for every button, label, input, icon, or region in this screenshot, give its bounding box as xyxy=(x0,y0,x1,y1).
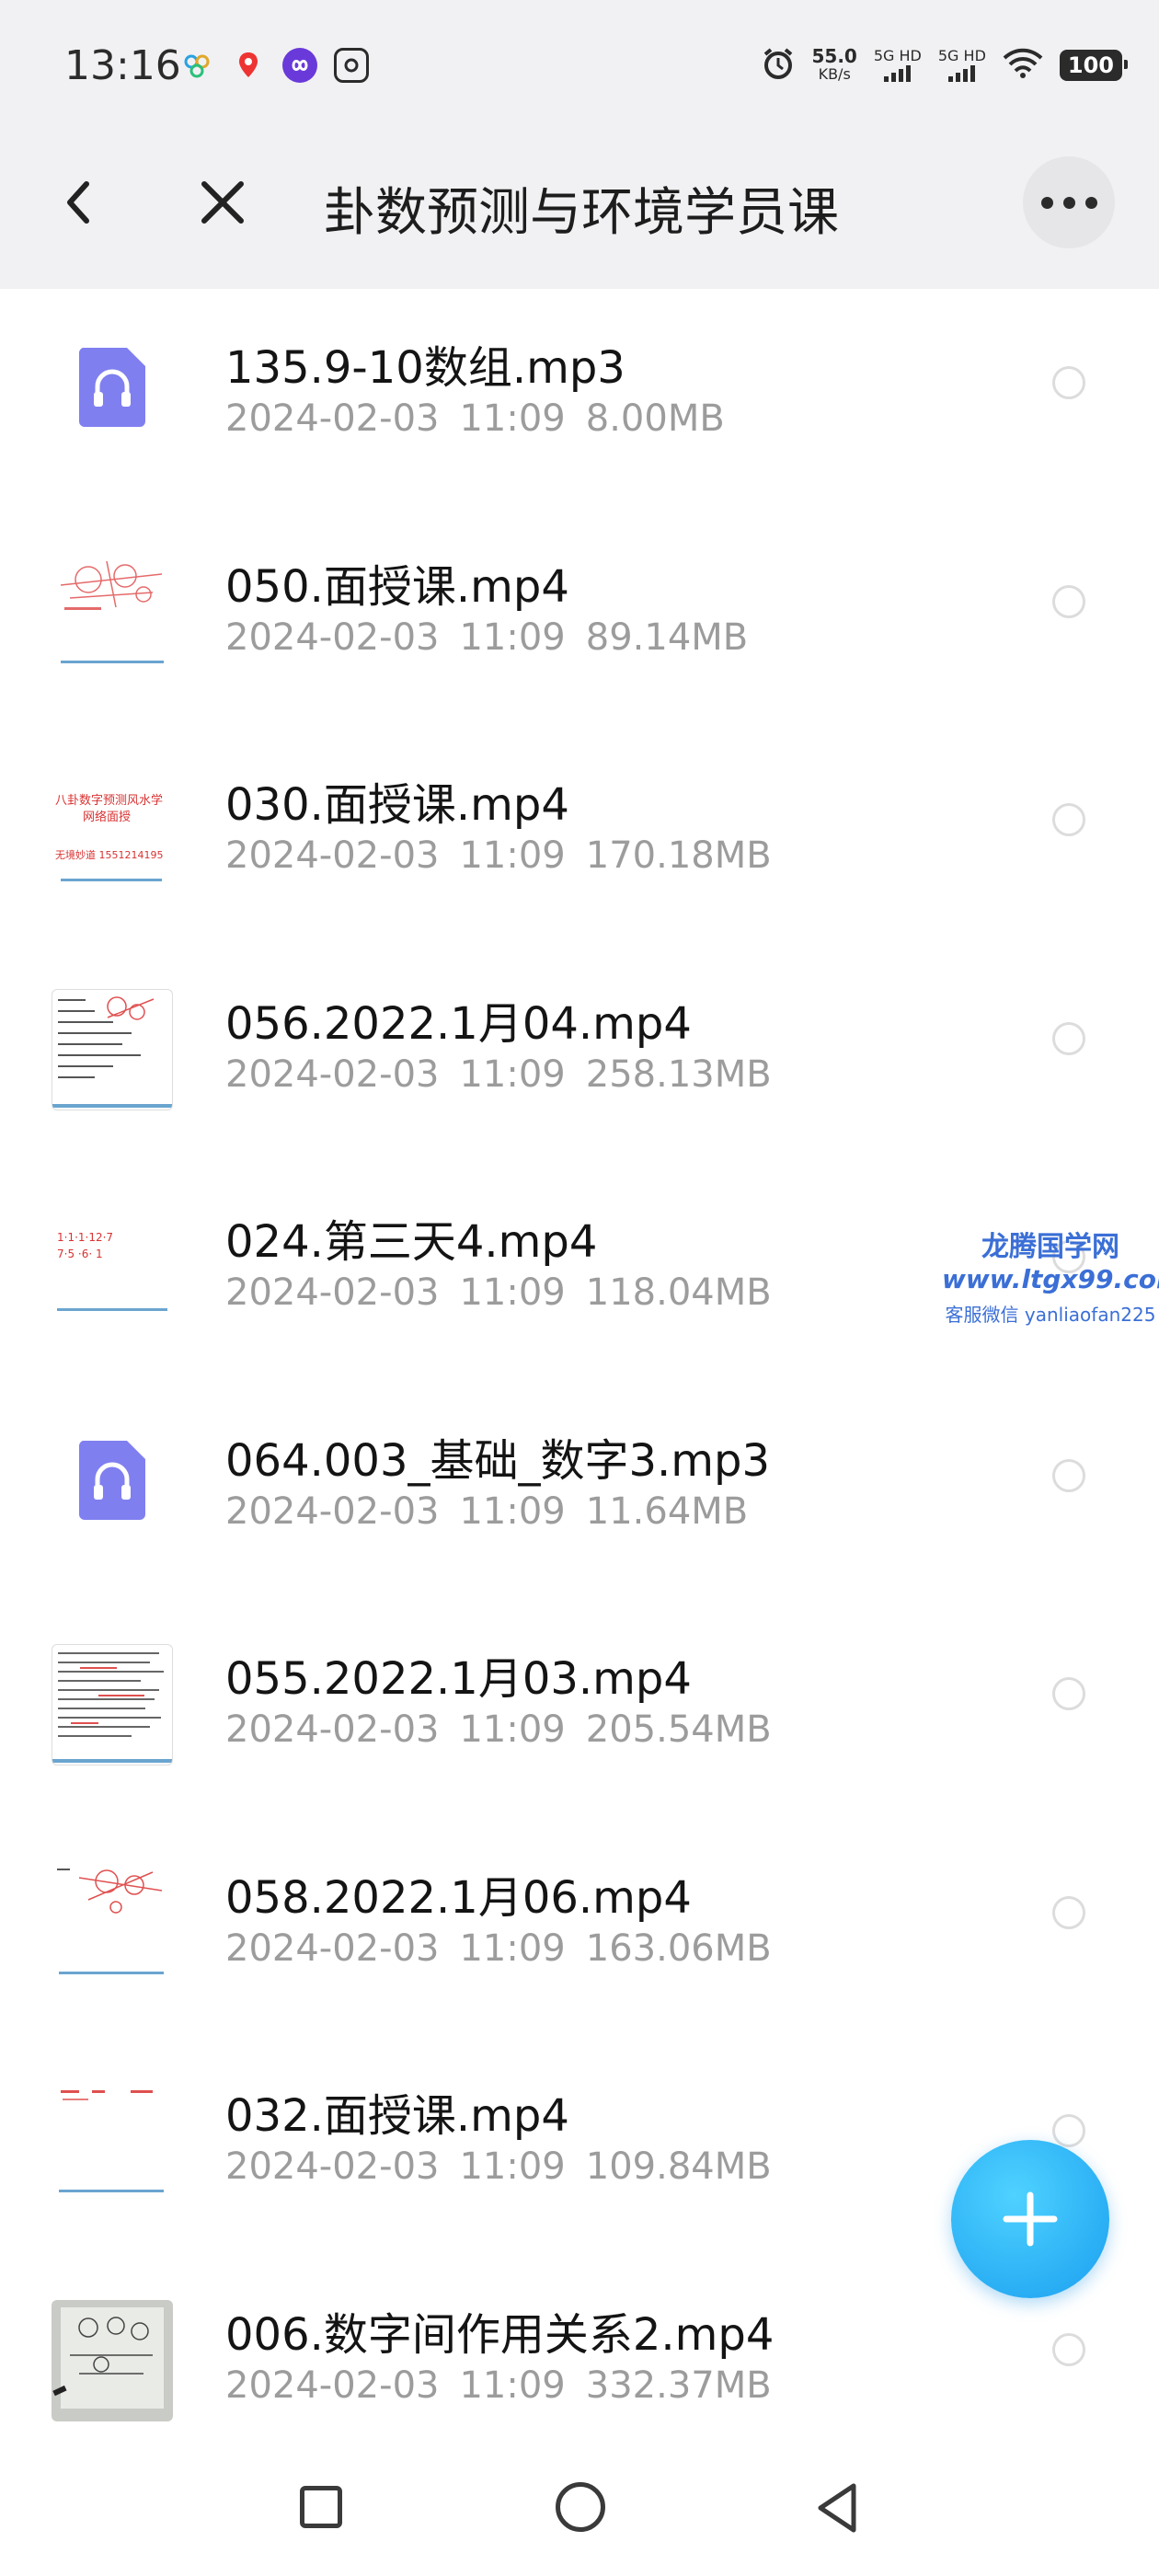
video-thumbnail xyxy=(52,988,173,1110)
file-meta: 2024-02-03 11:09 11.64MB xyxy=(225,1489,749,1533)
status-bar: 13:16 55.0 KB/s 5G HD 5G HD 100 xyxy=(0,0,1159,118)
more-dots-icon[interactable] xyxy=(1023,156,1115,248)
select-radio[interactable] xyxy=(1052,1895,1085,1929)
infinity-icon xyxy=(282,48,317,83)
watermark: 龙腾国学网 www.ltgx99.com 客服微信 yanliaofan225 xyxy=(942,1231,1159,1326)
list-item[interactable]: 050.面授课.mp4 2024-02-03 11:09 89.14MB xyxy=(0,515,1159,734)
file-meta: 2024-02-03 11:09 118.04MB xyxy=(225,1271,772,1314)
list-item[interactable]: 八卦数字预测风水学 网络面授 无境妙道 1551214195 030.面授课.m… xyxy=(0,733,1159,952)
list-item[interactable]: 058.2022.1月06.mp4 2024-02-03 11:09 163.06M… xyxy=(0,1826,1159,2045)
alarm-clock-icon xyxy=(761,46,796,85)
triangle-back-icon[interactable] xyxy=(811,2480,863,2536)
file-name: 064.003_基础_数字3.mp3 xyxy=(225,1434,771,1487)
list-item[interactable]: 135.9-10数组.mp3 2024-02-03 11:09 8.00MB xyxy=(0,296,1159,515)
select-radio[interactable] xyxy=(1052,1458,1085,1492)
file-name: 006.数字间作用关系2.mp4 xyxy=(225,2308,775,2361)
file-meta: 2024-02-03 11:09 170.18MB xyxy=(225,834,772,877)
file-meta: 2024-02-03 11:09 163.06MB xyxy=(225,1926,772,1970)
select-radio[interactable] xyxy=(1052,803,1085,836)
screenshot-icon xyxy=(334,48,369,83)
file-meta: 2024-02-03 11:09 8.00MB xyxy=(225,397,725,440)
video-thumbnail xyxy=(52,1644,173,1765)
select-radio[interactable] xyxy=(1052,584,1085,618)
close-icon[interactable] xyxy=(193,173,252,232)
app-header: 卦数预测与环境学员课 xyxy=(0,118,1159,289)
sim2-signal: 5G HD xyxy=(938,49,986,82)
video-thumbnail xyxy=(52,551,173,673)
list-item[interactable]: 064.003_基础_数字3.mp3 2024-02-03 11:09 11.64M… xyxy=(0,1389,1159,1608)
select-radio[interactable] xyxy=(1052,2332,1085,2366)
file-meta: 2024-02-03 11:09 109.84MB xyxy=(225,2145,772,2188)
list-item[interactable]: 056.2022.1月04.mp4 2024-02-03 11:09 258.13M… xyxy=(0,952,1159,1171)
net-speed: 55.0 KB/s xyxy=(811,45,857,83)
file-meta: 2024-02-03 11:09 258.13MB xyxy=(225,1052,772,1096)
file-name: 032.面授课.mp4 xyxy=(225,2090,569,2142)
page-title: 卦数预测与环境学员课 xyxy=(324,183,839,243)
select-radio[interactable] xyxy=(1052,2114,1085,2147)
file-name: 050.面授课.mp4 xyxy=(225,560,569,613)
file-name: 024.第三天4.mp4 xyxy=(225,1216,598,1268)
back-arrow-icon[interactable] xyxy=(53,175,109,230)
file-meta: 2024-02-03 11:09 332.37MB xyxy=(225,2363,772,2407)
battery-indicator: 100 xyxy=(1059,50,1129,81)
system-nav-bar xyxy=(0,2429,1159,2576)
file-name: 056.2022.1月04.mp4 xyxy=(225,997,692,1050)
location-pin-icon xyxy=(231,48,266,83)
video-thumbnail: 1·1·1·12·7 7·5 ·6· 1 xyxy=(52,1207,173,1328)
file-name: 135.9-10数组.mp3 xyxy=(225,342,625,394)
headphones-icon xyxy=(75,1437,149,1522)
file-meta: 2024-02-03 11:09 89.14MB xyxy=(225,615,749,659)
status-right: 55.0 KB/s 5G HD 5G HD 100 xyxy=(761,45,1129,85)
select-radio[interactable] xyxy=(1052,1021,1085,1055)
select-radio[interactable] xyxy=(1052,1677,1085,1710)
wifi-icon xyxy=(1003,48,1043,83)
file-meta: 2024-02-03 11:09 205.54MB xyxy=(225,1708,772,1751)
signal-bars-icon xyxy=(948,63,976,82)
file-name: 030.面授课.mp4 xyxy=(225,779,569,831)
status-time: 13:16 xyxy=(64,42,181,89)
select-radio[interactable] xyxy=(1052,366,1085,399)
square-icon[interactable] xyxy=(300,2486,342,2528)
status-app-icons xyxy=(179,48,369,83)
signal-bars-icon xyxy=(884,63,912,82)
circle-icon[interactable] xyxy=(556,2482,605,2532)
list-item[interactable]: 055.2022.1月03.mp4 2024-02-03 11:09 205.54M… xyxy=(0,1607,1159,1826)
file-name: 055.2022.1月03.mp4 xyxy=(225,1653,692,1705)
video-thumbnail xyxy=(52,2081,173,2202)
plus-icon xyxy=(1003,2191,1058,2247)
sim1-signal: 5G HD xyxy=(874,49,922,82)
video-thumbnail: 八卦数字预测风水学 网络面授 无境妙道 1551214195 xyxy=(52,770,173,891)
flower-icon xyxy=(179,48,214,83)
add-button[interactable] xyxy=(951,2140,1109,2298)
file-name: 058.2022.1月06.mp4 xyxy=(225,1871,692,1924)
video-thumbnail xyxy=(52,1862,173,1984)
video-thumbnail xyxy=(52,2299,173,2421)
headphones-icon xyxy=(75,344,149,429)
